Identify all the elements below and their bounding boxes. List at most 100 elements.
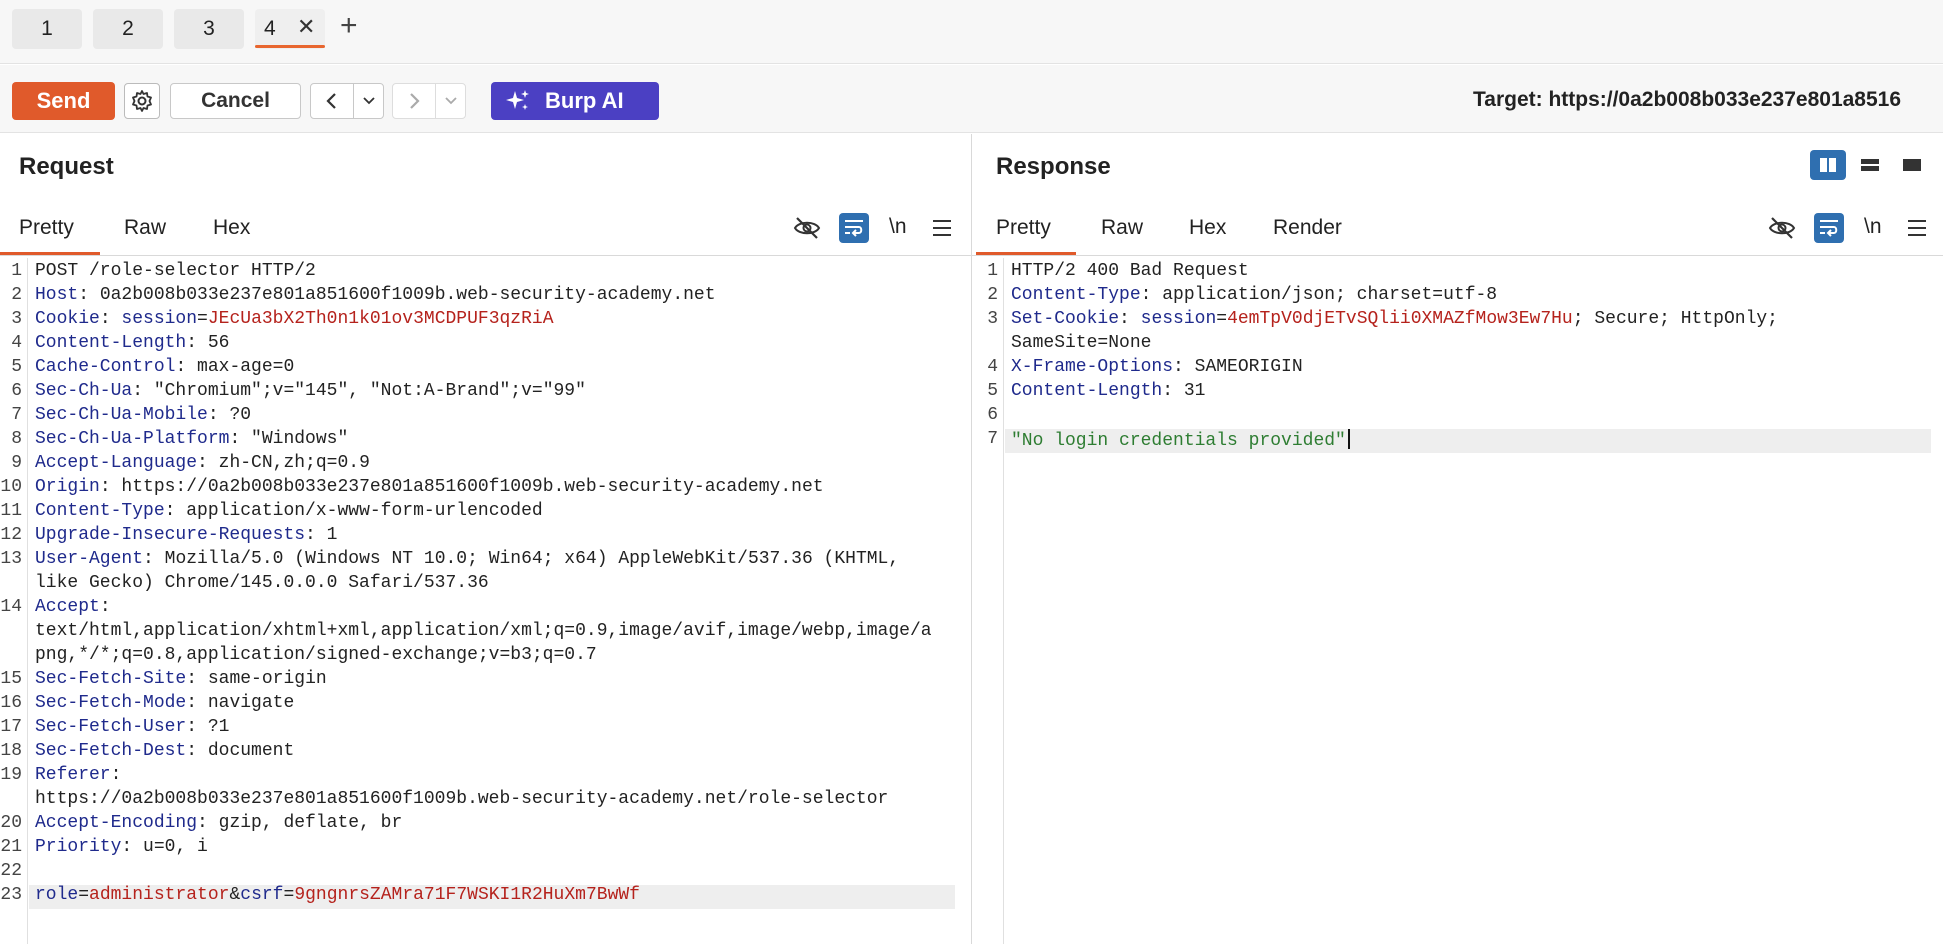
line-number: 2	[987, 285, 998, 305]
show-newlines-button[interactable]: \n	[889, 215, 907, 239]
settings-button[interactable]	[124, 83, 160, 119]
line-number: 18	[0, 741, 22, 761]
header-value: same-origin	[197, 669, 327, 689]
response-line: Set-Cookie: session=4emTpV0djETvSQlii0XM…	[1011, 309, 1778, 329]
target-url[interactable]: Target: https://0a2b008b033e237e801a8516	[1473, 88, 1901, 112]
header-name: Content-Type	[1011, 285, 1141, 305]
header-value: ?1	[197, 717, 230, 737]
line-number: 7	[987, 429, 998, 449]
header-name: Accept	[35, 597, 100, 617]
word-wrap-button[interactable]	[1814, 213, 1844, 243]
tab-2[interactable]: 2	[93, 9, 163, 49]
header-value: https://0a2b008b033e237e801a851600f1009b…	[110, 477, 824, 497]
header-value: 31	[1173, 381, 1206, 401]
header-name: Referer	[35, 765, 111, 785]
word-wrap-button[interactable]	[839, 213, 869, 243]
send-button[interactable]: Send	[12, 82, 115, 120]
word-wrap-icon	[1820, 220, 1838, 237]
menu-icon	[1908, 220, 1926, 236]
header-name: Upgrade-Insecure-Requests	[35, 525, 306, 545]
header-name: Sec-Ch-Ua	[35, 381, 133, 401]
request-body-line: role=administrator&csrf=9gngnrsZAMra71F7…	[35, 885, 640, 905]
line-number: 16	[0, 693, 22, 713]
request-line: Upgrade-Insecure-Requests: 1	[35, 525, 338, 545]
response-gutter	[1003, 258, 1004, 944]
header-value: u=0, i	[132, 837, 208, 857]
request-line: Sec-Fetch-User: ?1	[35, 717, 230, 737]
header-name: X-Frame-Options	[1011, 357, 1174, 377]
cookie-attributes: ; Secure; HttpOnly;	[1572, 309, 1778, 329]
chevron-down-icon	[444, 97, 457, 105]
request-line: POST /role-selector HTTP/2	[35, 261, 316, 281]
tab-1[interactable]: 1	[12, 9, 82, 49]
response-body-line: "No login credentials provided"	[1011, 429, 1350, 451]
header-name: Sec-Ch-Ua-Mobile	[35, 405, 208, 425]
history-forward-dropdown[interactable]	[435, 84, 465, 118]
header-name: Priority	[35, 837, 122, 857]
line-number: 5	[11, 357, 22, 377]
response-line: HTTP/2 400 Bad Request	[1011, 261, 1249, 281]
header-name: Origin	[35, 477, 100, 497]
line-number: 14	[0, 597, 22, 617]
settings-gear-icon	[132, 90, 152, 112]
header-name: Cookie	[35, 309, 100, 329]
line-number: 13	[0, 549, 22, 569]
header-name: Set-Cookie	[1011, 309, 1120, 329]
show-newlines-button[interactable]: \n	[1864, 215, 1882, 239]
request-tab-pretty[interactable]: Pretty	[19, 216, 74, 240]
line-number: 4	[11, 333, 22, 353]
layout-single-button[interactable]	[1894, 150, 1930, 180]
header-name: Sec-Fetch-Site	[35, 669, 187, 689]
cookie-attributes: SameSite=None	[1011, 333, 1152, 353]
request-tab-raw[interactable]: Raw	[124, 216, 166, 240]
chevron-down-icon	[362, 97, 375, 105]
line-number: 7	[11, 405, 22, 425]
response-body: "No login credentials provided"	[1011, 431, 1346, 451]
response-tab-pretty[interactable]: Pretty	[996, 216, 1051, 240]
request-line: Sec-Ch-Ua-Mobile: ?0	[35, 405, 252, 425]
request-line: Accept-Language: zh-CN,zh;q=0.9	[35, 453, 370, 473]
header-value: gzip, deflate, br	[207, 813, 403, 833]
request-line: Referer:	[35, 765, 122, 785]
line-number: 1	[11, 261, 22, 281]
response-tab-raw[interactable]: Raw	[1101, 216, 1143, 240]
header-name: User-Agent	[35, 549, 144, 569]
eye-off-icon	[1768, 217, 1796, 239]
line-number: 3	[987, 309, 998, 329]
response-tab-hex[interactable]: Hex	[1189, 216, 1226, 240]
burp-ai-button[interactable]: Burp AI	[491, 82, 659, 120]
request-menu-button[interactable]	[929, 214, 955, 242]
response-menu-button[interactable]	[1904, 214, 1930, 242]
request-tab-hex[interactable]: Hex	[213, 216, 250, 240]
request-line: Sec-Ch-Ua-Platform: "Windows"	[35, 429, 349, 449]
plus-icon[interactable]: +	[340, 9, 358, 43]
line-number: 2	[11, 285, 22, 305]
history-forward-button[interactable]	[393, 84, 435, 118]
line-number: 20	[0, 813, 22, 833]
header-name: Content-Type	[35, 501, 165, 521]
request-line: Origin: https://0a2b008b033e237e801a8516…	[35, 477, 824, 497]
request-panel-title: Request	[19, 153, 114, 180]
cancel-button[interactable]: Cancel	[170, 83, 301, 119]
response-tab-render[interactable]: Render	[1273, 216, 1342, 240]
request-line: Sec-Fetch-Dest: document	[35, 741, 295, 761]
history-back-group	[310, 83, 384, 119]
layout-split-button[interactable]	[1810, 150, 1846, 180]
history-back-button[interactable]	[311, 84, 353, 118]
line-number: 3	[11, 309, 22, 329]
tab-label: 1	[41, 17, 53, 40]
history-back-dropdown[interactable]	[353, 84, 383, 118]
request-line-wrap: like Gecko) Chrome/145.0.0.0 Safari/537.…	[35, 573, 489, 593]
header-name: Content-Length	[35, 333, 187, 353]
request-line: Content-Length: 56	[35, 333, 230, 353]
sparkle-icon	[506, 90, 529, 110]
layout-toggle-group	[1810, 150, 1930, 182]
tab-3[interactable]: 3	[174, 9, 244, 49]
hide-nonprintable-button[interactable]	[791, 212, 823, 244]
tab-label: 3	[203, 17, 215, 40]
layout-stacked-button[interactable]	[1852, 150, 1888, 180]
hide-nonprintable-button[interactable]	[1766, 212, 1798, 244]
line-number: 22	[0, 861, 22, 881]
close-icon[interactable]: ✕	[297, 14, 315, 40]
single-pane-icon	[1903, 159, 1921, 171]
